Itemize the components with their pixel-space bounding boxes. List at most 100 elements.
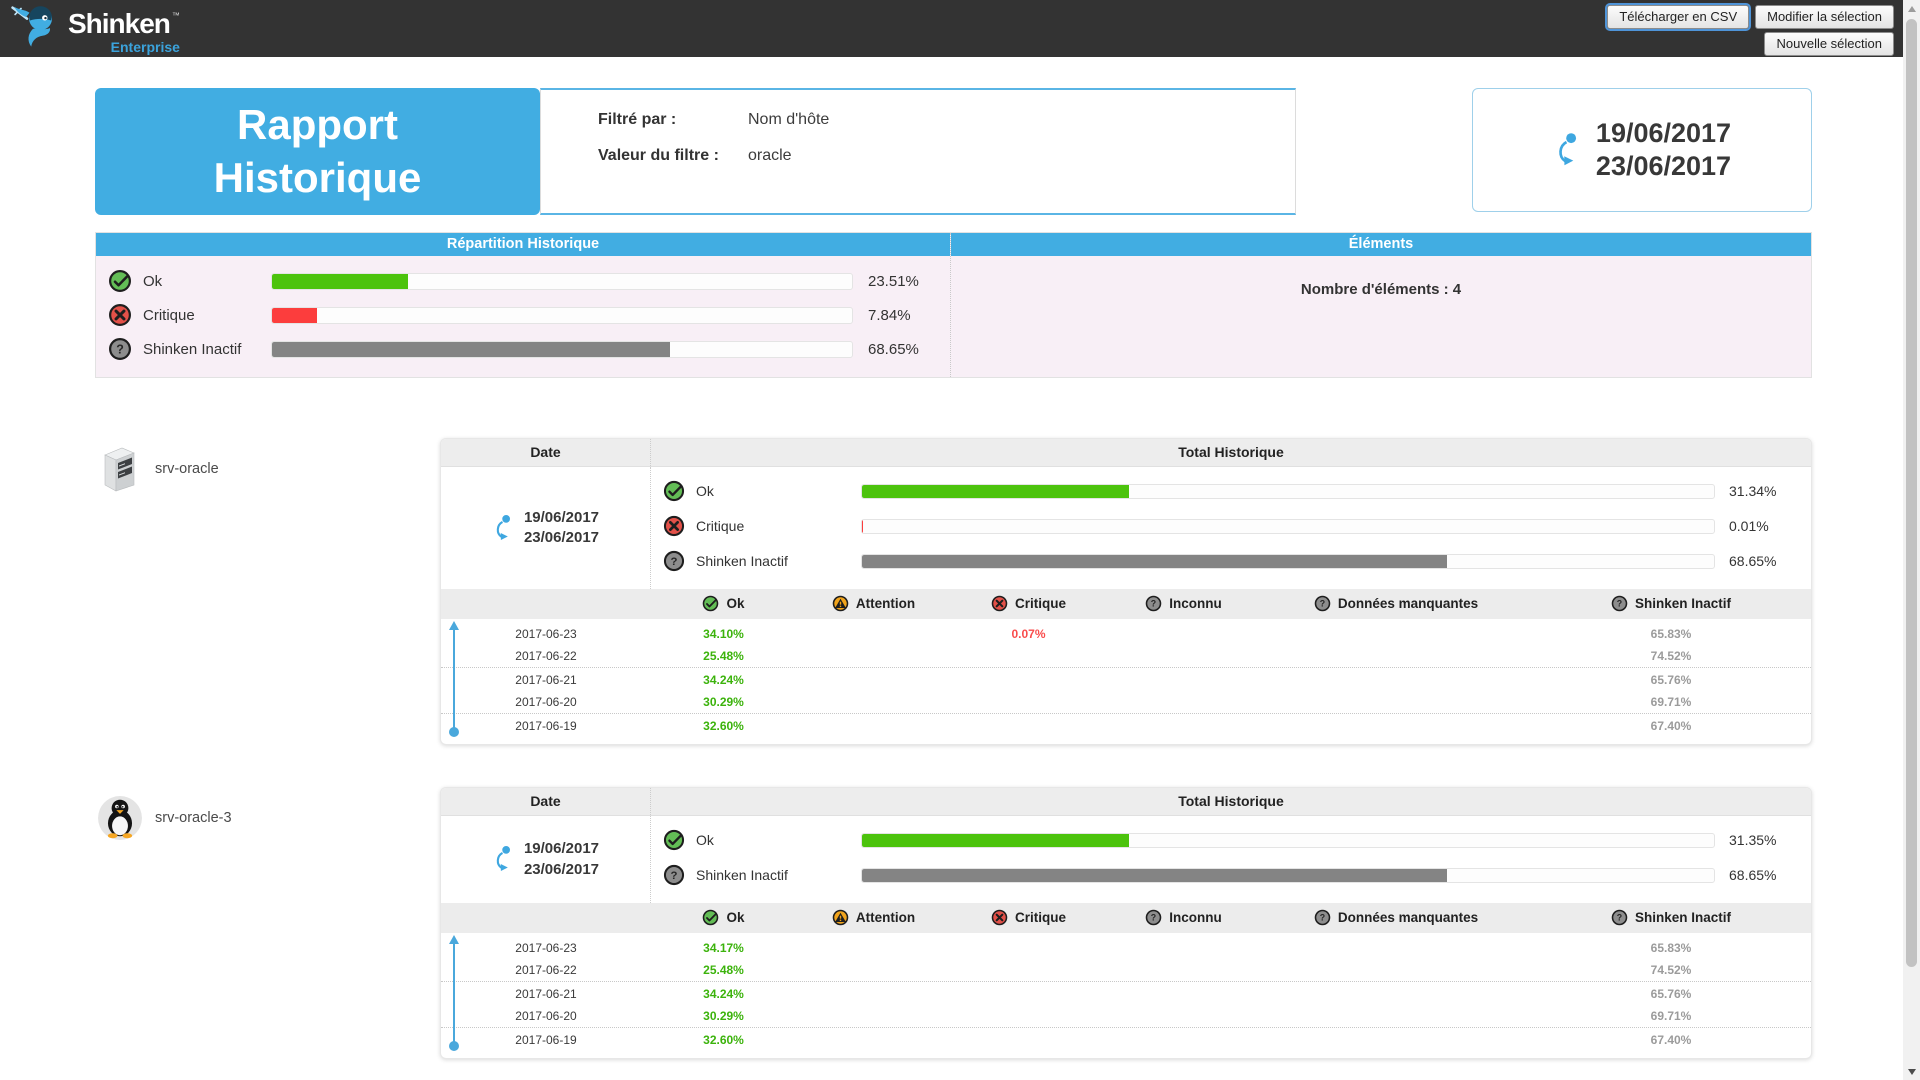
- cell-ok: 30.29%: [651, 1009, 796, 1023]
- timeline-arrow-icon: [453, 943, 455, 1046]
- table-row: 2017-06-1932.60%67.40%: [441, 1028, 1811, 1051]
- filter-value: oracle: [748, 147, 792, 165]
- unknown-icon: ?: [1145, 595, 1162, 612]
- status-bar-row: Critique7.84%: [108, 303, 940, 327]
- scroll-up-icon: [1908, 6, 1916, 12]
- column-label: Attention: [856, 910, 915, 925]
- ok-icon: [108, 269, 132, 293]
- inactive-icon: ?: [663, 550, 685, 572]
- date-arrow-icon: [492, 845, 513, 874]
- date-column-header: Date: [441, 788, 651, 815]
- percent-value: 7.84%: [868, 307, 940, 324]
- report-header: Rapport Historique Filtré par : Nom d'hô…: [95, 88, 1812, 215]
- stats-rows: 2017-06-2334.17%65.83%2017-06-2225.48%74…: [441, 933, 1811, 1058]
- new-selection-button[interactable]: Nouvelle sélection: [1764, 32, 1894, 56]
- summary-rows: Ok23.51%Critique7.84%?Shinken Inactif68.…: [96, 256, 950, 377]
- status-label: Ok: [696, 832, 861, 848]
- column-label: Shinken Inactif: [1635, 910, 1731, 925]
- cell-inactive: 65.83%: [1531, 941, 1811, 955]
- report-date-end: 23/06/2017: [1596, 150, 1731, 183]
- scrollbar-thumb[interactable]: [1906, 19, 1917, 967]
- cell-inactive: 74.52%: [1531, 963, 1811, 977]
- ok-icon: [702, 909, 719, 926]
- column-label: Données manquantes: [1338, 596, 1478, 611]
- elements-header: Éléments: [951, 233, 1811, 256]
- percent-value: 31.34%: [1729, 483, 1791, 499]
- cell-ok: 34.17%: [651, 941, 796, 955]
- status-bar-row: ?Shinken Inactif68.65%: [663, 550, 1791, 572]
- inactive-icon: ?: [1611, 595, 1628, 612]
- host-section: srv-oracle-3DateTotal Historique19/06/20…: [95, 787, 1812, 1059]
- date-spacer-cell: [441, 595, 651, 612]
- table-row: 2017-06-2030.29%69.71%: [441, 1005, 1811, 1028]
- row-date: 2017-06-22: [441, 649, 651, 663]
- scroll-down-button[interactable]: [1903, 1063, 1920, 1080]
- column-label: Shinken Inactif: [1635, 596, 1731, 611]
- cell-inactive: 67.40%: [1531, 719, 1811, 733]
- host-dates: 19/06/201723/06/2017: [524, 508, 599, 549]
- column-label: Inconnu: [1169, 910, 1222, 925]
- critical-icon: [108, 303, 132, 327]
- scroll-down-icon: [1908, 1069, 1916, 1075]
- date-arrow-icon: [492, 514, 513, 543]
- table-row: 2017-06-2225.48%74.52%: [441, 645, 1811, 668]
- percent-bar-fill: [862, 555, 1447, 568]
- report-date-range: 19/06/2017 23/06/2017: [1472, 88, 1812, 212]
- column-label: Critique: [1015, 596, 1066, 611]
- table-row: 2017-06-2134.24%65.76%: [441, 982, 1811, 1005]
- percent-bar-track: [861, 484, 1715, 499]
- column-label: Ok: [726, 596, 744, 611]
- inactive-icon: ?: [108, 337, 132, 361]
- cell-critical: 0.07%: [951, 627, 1106, 641]
- card-columns-header: DateTotal Historique: [441, 439, 1811, 467]
- percent-bar-track: [271, 341, 853, 358]
- download-csv-button[interactable]: Télécharger en CSV: [1607, 5, 1749, 29]
- percent-bar-track: [861, 554, 1715, 569]
- percent-bar-fill: [272, 342, 670, 357]
- brand-subtitle: Enterprise: [111, 39, 180, 55]
- percent-bar-track: [861, 519, 1715, 534]
- stats-table-header: OkAttentionCritique?Inconnu?Données manq…: [441, 589, 1811, 619]
- percent-bar-track: [861, 833, 1715, 848]
- percent-value: 68.65%: [1729, 553, 1791, 569]
- brand: Shinken ™ Enterprise: [0, 0, 180, 55]
- timeline-arrow-icon: [453, 629, 455, 732]
- critical-icon: [991, 595, 1008, 612]
- topbar: Shinken ™ Enterprise Télécharger en CSV …: [0, 0, 1920, 57]
- report-date-start: 19/06/2017: [1596, 117, 1731, 150]
- filter-value-label: Valeur du filtre :: [598, 147, 748, 165]
- column-label: Données manquantes: [1338, 910, 1478, 925]
- row-date: 2017-06-22: [441, 963, 651, 977]
- svg-text:?: ?: [1151, 913, 1156, 923]
- cell-ok: 32.60%: [651, 719, 796, 733]
- cell-ok: 30.29%: [651, 695, 796, 709]
- card-columns-header: DateTotal Historique: [441, 788, 1811, 816]
- percent-bar-fill: [862, 869, 1447, 882]
- percent-value: 68.65%: [868, 341, 940, 358]
- cell-inactive: 74.52%: [1531, 649, 1811, 663]
- host-label: srv-oracle-3: [95, 787, 440, 843]
- column-label: Critique: [1015, 910, 1066, 925]
- percent-bar-track: [861, 868, 1715, 883]
- status-bar-row: Critique0.01%: [663, 515, 1791, 537]
- cell-ok: 32.60%: [651, 1033, 796, 1047]
- stats-rows: 2017-06-2334.10%0.07%65.83%2017-06-2225.…: [441, 619, 1811, 744]
- report-title: Rapport Historique: [95, 88, 540, 215]
- cell-inactive: 65.83%: [1531, 627, 1811, 641]
- scroll-up-button[interactable]: [1903, 0, 1920, 17]
- vertical-scrollbar[interactable]: [1903, 0, 1920, 1080]
- missing-icon: ?: [1314, 909, 1331, 926]
- table-row: 2017-06-2334.10%0.07%65.83%: [441, 622, 1811, 645]
- critical-icon: [663, 515, 685, 537]
- svg-text:?: ?: [671, 556, 678, 568]
- hosts-list: srv-oracleDateTotal Historique19/06/2017…: [95, 438, 1812, 1059]
- percent-bar-fill: [272, 308, 317, 323]
- modify-selection-button[interactable]: Modifier la sélection: [1755, 5, 1894, 29]
- row-date: 2017-06-23: [441, 627, 651, 641]
- column-header-missing: ?Données manquantes: [1261, 595, 1531, 612]
- total-column-header: Total Historique: [651, 788, 1811, 815]
- row-date: 2017-06-20: [441, 1009, 651, 1023]
- svg-text:?: ?: [1617, 913, 1622, 923]
- date-column-header: Date: [441, 439, 651, 466]
- row-date: 2017-06-21: [441, 673, 651, 687]
